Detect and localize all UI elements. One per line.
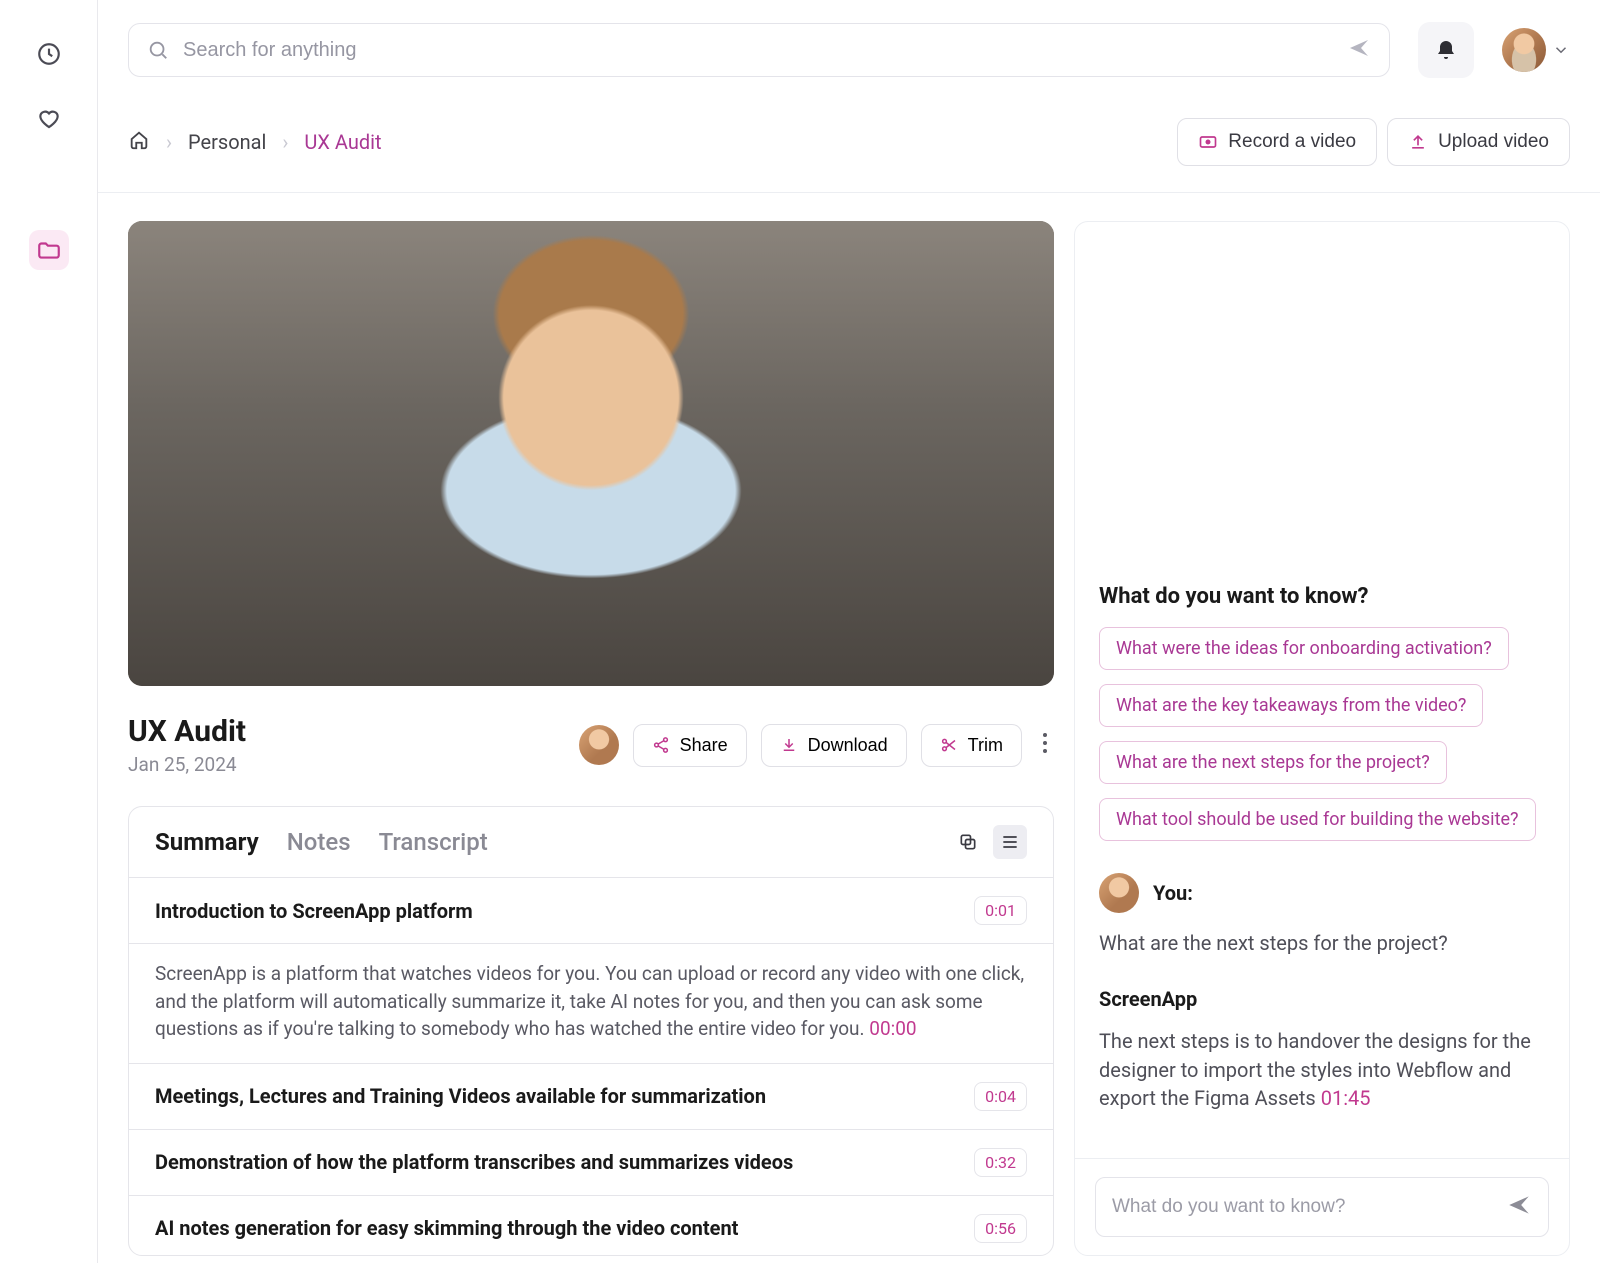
heart-icon [36, 107, 62, 133]
share-icon [652, 736, 670, 754]
nav-folder[interactable] [29, 230, 69, 270]
search-box[interactable] [128, 23, 1390, 77]
tab-summary[interactable]: Summary [155, 828, 259, 856]
timestamp-inline[interactable]: 00:00 [869, 1017, 916, 1040]
user-avatar [1502, 28, 1546, 72]
trim-label: Trim [968, 735, 1003, 756]
nav-recent[interactable] [29, 34, 69, 74]
send-icon [1506, 1192, 1532, 1218]
chat-bot-message: The next steps is to handover the design… [1099, 1027, 1545, 1112]
owner-avatar[interactable] [579, 725, 619, 765]
clock-icon [36, 41, 62, 67]
chat-user-label: You: [1153, 881, 1193, 905]
scissors-icon [940, 736, 958, 754]
summary-section-3[interactable]: AI notes generation for easy skimming th… [129, 1196, 1053, 1256]
kebab-icon [1042, 732, 1048, 754]
record-icon [1198, 132, 1218, 152]
video-title: UX Audit [128, 714, 246, 749]
download-label: Download [808, 735, 888, 756]
breadcrumb-personal[interactable]: Personal [188, 130, 266, 154]
share-button[interactable]: Share [633, 724, 747, 767]
copy-icon [958, 832, 978, 852]
timestamp-link[interactable]: 0:01 [974, 896, 1027, 925]
suggestion-pill[interactable]: What were the ideas for onboarding activ… [1099, 627, 1509, 670]
summary-section-1[interactable]: Meetings, Lectures and Training Videos a… [129, 1064, 1053, 1130]
more-menu[interactable] [1036, 726, 1054, 764]
search-icon [147, 39, 169, 61]
breadcrumb-row: › Personal › UX Audit Record a video Upl… [98, 100, 1600, 193]
video-date: Jan 25, 2024 [128, 753, 246, 776]
timestamp-link[interactable]: 0:04 [974, 1082, 1027, 1111]
list-view-button[interactable] [993, 825, 1027, 859]
search-input[interactable] [183, 39, 1333, 62]
list-icon [1000, 832, 1020, 852]
bell-icon [1434, 38, 1458, 62]
folder-icon [36, 237, 62, 263]
chat-bot-label: ScreenApp [1099, 987, 1545, 1011]
notifications-button[interactable] [1418, 22, 1474, 78]
user-menu[interactable] [1502, 28, 1570, 72]
chat-user-avatar [1099, 873, 1139, 913]
breadcrumb-sep: › [282, 130, 288, 154]
record-label: Record a video [1228, 131, 1356, 153]
chevron-down-icon [1552, 41, 1570, 59]
chat-user-message: What are the next steps for the project? [1099, 929, 1545, 957]
section-body: ScreenApp is a platform that watches vid… [129, 944, 1053, 1064]
download-button[interactable]: Download [761, 724, 907, 767]
section-title: AI notes generation for easy skimming th… [155, 1216, 738, 1240]
section-title: Demonstration of how the platform transc… [155, 1150, 793, 1174]
suggestion-pill[interactable]: What are the key takeaways from the vide… [1099, 684, 1483, 727]
video-preview[interactable] [128, 221, 1054, 686]
suggestion-pill[interactable]: What tool should be used for building th… [1099, 798, 1536, 841]
summary-section-0[interactable]: Introduction to ScreenApp platform 0:01 [129, 878, 1053, 944]
share-label: Share [680, 735, 728, 756]
record-video-button[interactable]: Record a video [1177, 118, 1377, 166]
breadcrumb-current: UX Audit [304, 130, 381, 154]
upload-label: Upload video [1438, 131, 1549, 153]
trim-button[interactable]: Trim [921, 724, 1022, 767]
chat-input-row [1075, 1158, 1569, 1255]
home-link[interactable] [128, 129, 150, 156]
upload-icon [1408, 132, 1428, 152]
timestamp-link[interactable]: 0:32 [974, 1148, 1027, 1177]
tab-notes[interactable]: Notes [287, 828, 351, 856]
breadcrumb: › Personal › UX Audit [128, 129, 382, 156]
search-send-icon[interactable] [1347, 36, 1371, 64]
sidebar [0, 0, 98, 1263]
copy-button[interactable] [951, 825, 985, 859]
chat-input[interactable] [1112, 1196, 1494, 1218]
timestamp-inline[interactable]: 01:45 [1321, 1086, 1371, 1110]
home-icon [128, 129, 150, 151]
tab-transcript[interactable]: Transcript [379, 828, 488, 856]
download-icon [780, 736, 798, 754]
section-title: Introduction to ScreenApp platform [155, 899, 473, 923]
timestamp-link[interactable]: 0:56 [974, 1214, 1027, 1243]
upload-video-button[interactable]: Upload video [1387, 118, 1570, 166]
section-title: Meetings, Lectures and Training Videos a… [155, 1084, 766, 1108]
summary-section-2[interactable]: Demonstration of how the platform transc… [129, 1130, 1053, 1196]
suggestion-pill[interactable]: What are the next steps for the project? [1099, 741, 1447, 784]
chat-header: What do you want to know? [1099, 584, 1545, 609]
chat-send-button[interactable] [1506, 1192, 1532, 1222]
nav-favorites[interactable] [29, 100, 69, 140]
topbar [98, 0, 1600, 100]
breadcrumb-sep: › [166, 130, 172, 154]
chat-panel: What do you want to know? What were the … [1074, 221, 1570, 1256]
